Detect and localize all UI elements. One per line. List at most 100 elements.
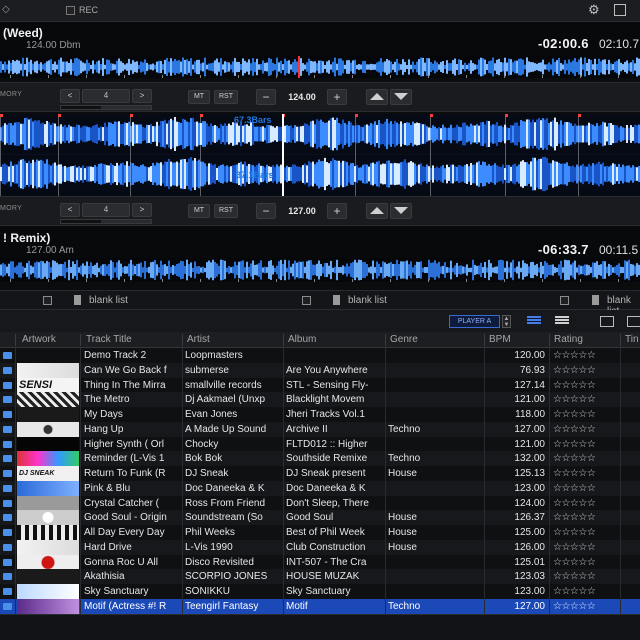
column-genre[interactable]: Genre [390, 334, 418, 345]
deck-2-bpm[interactable]: 127.00 [279, 203, 325, 219]
deck-1-beat-jump-prev-button[interactable]: < [60, 89, 80, 103]
table-row[interactable]: Akathisia SCORPIO JONES HOUSE MUZAK 123.03 ☆… [0, 569, 640, 585]
window-icon[interactable] [614, 4, 626, 16]
deck-1-tempo-minus-button[interactable]: − [256, 89, 276, 105]
column-rating[interactable]: Rating [554, 334, 583, 345]
track-rating[interactable]: ☆☆☆☆☆ [553, 555, 623, 570]
table-row[interactable]: Crystal Catcher (Ross From Friend Don't S… [0, 495, 640, 511]
deck-1-loop-slider[interactable] [60, 105, 152, 110]
player-spinner[interactable]: ▲ ▼ [502, 315, 511, 328]
track-rating[interactable]: ☆☆☆☆☆ [553, 496, 623, 511]
table-row[interactable]: All Day Every Day Phil Weeks Best of Phil … [0, 525, 640, 541]
deck-2-overview-waveform[interactable] [0, 258, 640, 282]
deck-2-loop-slider[interactable] [60, 219, 152, 224]
track-rating[interactable]: ☆☆☆☆☆ [553, 525, 623, 540]
table-row[interactable]: Reminder (L-Vis 1 Bok Bok Southside Remixe… [0, 451, 640, 467]
track-bpm: 125.00 [514, 527, 545, 538]
column-artwork[interactable]: Artwork [22, 334, 56, 345]
deck-2-pitch-bend-down-button[interactable] [390, 203, 412, 219]
column-time[interactable]: Tin [625, 334, 639, 345]
deck-1-reset-button[interactable]: RST [214, 90, 238, 104]
detail-view-icon[interactable] [527, 316, 541, 327]
gear-icon[interactable]: ⚙ [588, 2, 600, 18]
rec-checkbox[interactable] [66, 6, 75, 15]
deck-2-reset-button[interactable]: RST [214, 204, 238, 218]
column-album[interactable]: Album [288, 334, 316, 345]
table-row[interactable]: Sky Sanctuary SONIKKU Sky Sanctuary 123.00 ☆… [0, 584, 640, 600]
table-row[interactable]: Hang Up A Made Up Sound Archive II Techno 12… [0, 421, 640, 437]
track-rating[interactable]: ☆☆☆☆☆ [553, 510, 623, 525]
track-rating[interactable]: ☆☆☆☆☆ [553, 348, 623, 363]
deck-2-pitch-bend-up-button[interactable] [366, 203, 388, 219]
deck-2-beat-jump-prev-button[interactable]: < [60, 203, 80, 217]
track-rating[interactable]: ☆☆☆☆☆ [553, 466, 623, 481]
player-select[interactable]: PLAYER A [449, 315, 500, 328]
track-rating[interactable]: ☆☆☆☆☆ [553, 363, 623, 378]
track-status-icon [0, 599, 14, 614]
deck-1-overview-waveform[interactable] [0, 56, 640, 78]
column-artist[interactable]: Artist [187, 334, 210, 345]
list-icon[interactable] [560, 296, 569, 305]
track-rating[interactable]: ☆☆☆☆☆ [553, 569, 623, 584]
track-rating[interactable]: ☆☆☆☆☆ [553, 392, 623, 407]
table-row[interactable]: Good Soul - Origin Soundstream (So Good So… [0, 510, 640, 526]
table-row[interactable]: Can We Go Back f submerse Are You Anywhere… [0, 362, 640, 378]
table-row[interactable]: Motif (Actress #! R Teengirl Fantasy Motif… [0, 598, 640, 614]
deck-2-tempo-plus-button[interactable]: + [327, 203, 347, 219]
artwork-view-icon[interactable] [600, 316, 614, 327]
chevron-icon[interactable]: ◇ [2, 4, 10, 15]
list-icon[interactable] [43, 296, 52, 305]
deck-1-memory-label[interactable]: MORY [0, 91, 22, 98]
track-album: Sky Sanctuary [286, 586, 351, 597]
main-waveform[interactable]: 67.3Bars 37.1Bars [0, 114, 640, 196]
track-title: Sky Sanctuary [84, 586, 149, 597]
deck-1-info: (Weed) 124.00 Dbm -02:00.6 02:10.7 [0, 22, 640, 56]
deck-2-remaining-time: -06:33.7 [538, 242, 589, 257]
column-track-title[interactable]: Track Title [86, 334, 132, 345]
deck-1-pitch-bend-up-button[interactable] [366, 89, 388, 105]
document-icon [333, 295, 340, 305]
deck-1-title: (Weed) [3, 26, 43, 40]
column-bpm[interactable]: BPM [489, 334, 511, 345]
track-rating[interactable]: ☆☆☆☆☆ [553, 481, 623, 496]
deck-2-tempo-minus-button[interactable]: − [256, 203, 276, 219]
table-row[interactable]: The Metro Dj Aakmael (Unxp Blacklight Move… [0, 392, 640, 408]
table-row[interactable]: SENSI Thing In The Mirra smallville record… [0, 377, 640, 393]
list-view-icon[interactable] [555, 316, 569, 327]
track-rating[interactable]: ☆☆☆☆☆ [553, 540, 623, 555]
artwork-thumbnail [17, 436, 79, 452]
deck-1-tempo-plus-button[interactable]: + [327, 89, 347, 105]
track-rating[interactable]: ☆☆☆☆☆ [553, 599, 623, 614]
artwork-thumbnail [17, 421, 79, 437]
deck-1-beat-jump-value[interactable]: 4 [82, 89, 130, 103]
deck-2-beat-jump-value[interactable]: 4 [82, 203, 130, 217]
table-row[interactable]: Higher Synth ( Orl Chocky FLTD012 :: Highe… [0, 436, 640, 452]
track-rating[interactable]: ☆☆☆☆☆ [553, 584, 623, 599]
deck-2-master-tempo-button[interactable]: MT [188, 204, 210, 218]
table-row[interactable]: My Days Evan Jones Jheri Tracks Vol.1 118.0… [0, 407, 640, 423]
deck-2-memory-label[interactable]: MORY [0, 205, 22, 212]
deck-1-pitch-bend-down-button[interactable] [390, 89, 412, 105]
track-artist: Teengirl Fantasy [185, 600, 259, 612]
deck-2-beat-jump-next-button[interactable]: > [132, 203, 152, 217]
track-album: Motif [286, 600, 308, 612]
tab-label[interactable]: blank list [89, 295, 128, 306]
table-row[interactable]: Hard Drive L-Vis 1990 Club Construction Hou… [0, 539, 640, 555]
track-rating[interactable]: ☆☆☆☆☆ [553, 378, 623, 393]
track-title: Can We Go Back f [84, 364, 167, 376]
deck-1-master-tempo-button[interactable]: MT [188, 90, 210, 104]
track-rating[interactable]: ☆☆☆☆☆ [553, 422, 623, 437]
table-row[interactable]: DJ SNEAK Return To Funk (R DJ Sneak DJ Snea… [0, 466, 640, 482]
tab-label[interactable]: blank list [348, 295, 387, 306]
grid-view-icon[interactable] [627, 316, 640, 327]
list-icon[interactable] [302, 296, 311, 305]
track-rating[interactable]: ☆☆☆☆☆ [553, 407, 623, 422]
track-artist: Dj Aakmael (Unxp [185, 394, 266, 406]
table-row[interactable]: Gonna Roc U All Disco Revisited INT-507 - … [0, 554, 640, 570]
table-row[interactable]: Demo Track 2 Loopmasters 120.00 ☆☆☆☆☆ [0, 348, 640, 364]
deck-1-bpm[interactable]: 124.00 [279, 89, 325, 105]
track-rating[interactable]: ☆☆☆☆☆ [553, 451, 623, 466]
table-row[interactable]: Pink & Blu Doc Daneeka & K Doc Daneeka & K… [0, 480, 640, 496]
deck-1-beat-jump-next-button[interactable]: > [132, 89, 152, 103]
track-rating[interactable]: ☆☆☆☆☆ [553, 437, 623, 452]
